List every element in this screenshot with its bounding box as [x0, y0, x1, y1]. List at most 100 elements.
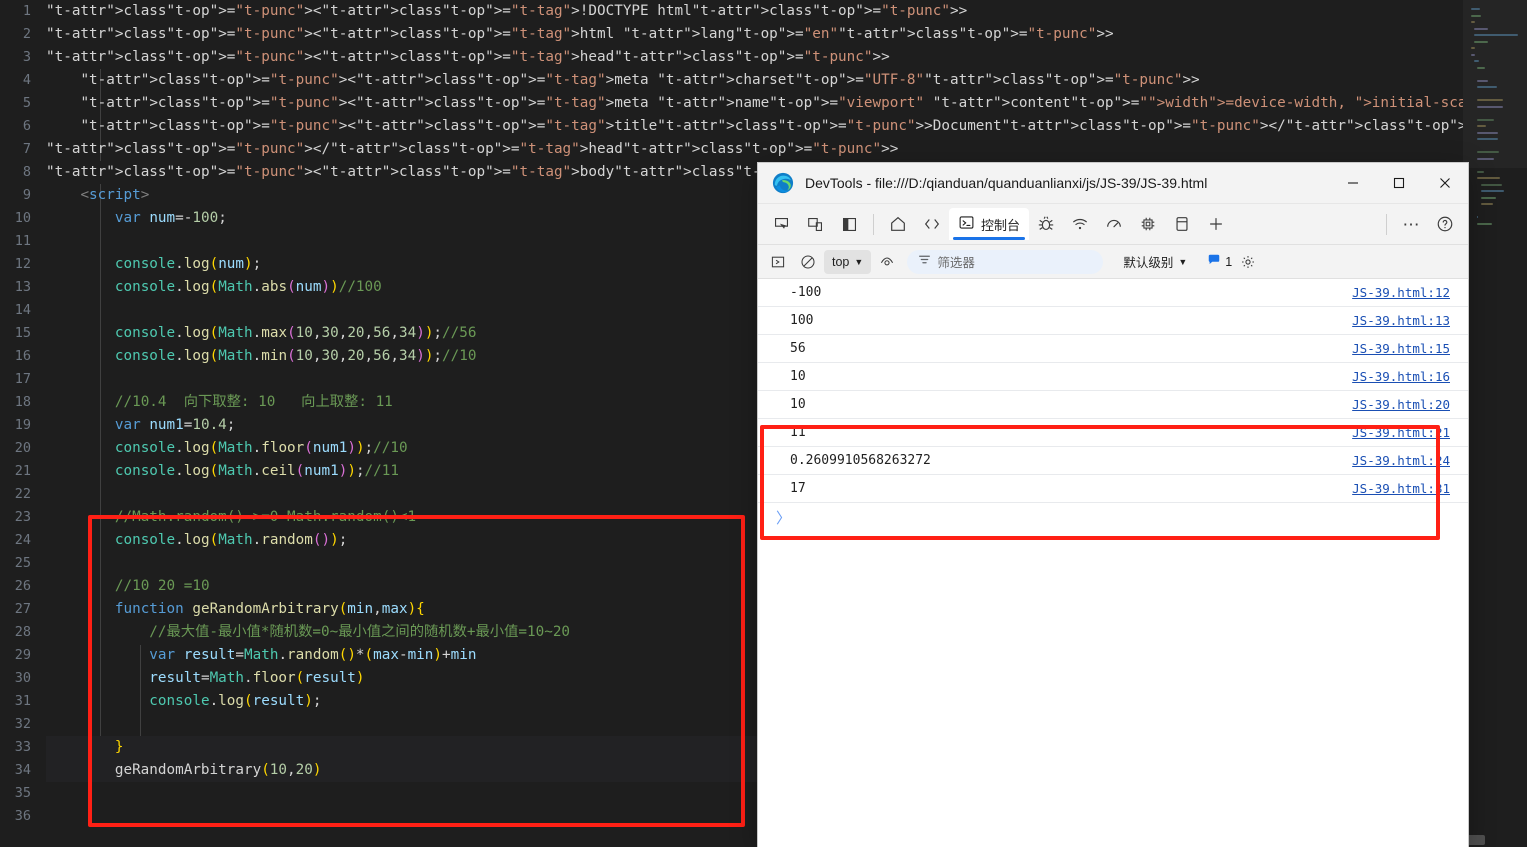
console-log-row[interactable]: 17 JS-39.html:31 — [758, 475, 1468, 503]
inspect-element-icon[interactable] — [764, 209, 798, 239]
minimap-line — [1480, 190, 1505, 192]
console-log-row[interactable]: 10 JS-39.html:16 — [758, 363, 1468, 391]
minimap-line — [1477, 66, 1486, 69]
add-tab-icon[interactable] — [1199, 209, 1233, 239]
code-line[interactable]: "t-attr">class"t-op">="t-punc"><"t-attr"… — [46, 115, 1527, 138]
code-line[interactable]: "t-attr">class"t-op">="t-punc"><"t-attr"… — [46, 69, 1466, 92]
minimap-line — [1477, 118, 1495, 121]
minimap-line — [1474, 27, 1488, 30]
minimap-line — [1471, 53, 1475, 56]
tab-performance[interactable] — [1097, 209, 1131, 239]
console-log-source-link[interactable]: JS-39.html:20 — [1352, 397, 1450, 412]
minimap-line — [1477, 222, 1493, 225]
minimap-line — [1471, 47, 1476, 49]
chevron-down-icon: ▼ — [854, 256, 864, 267]
line-number: 33 — [14, 739, 31, 755]
code-line[interactable]: "t-attr">class"t-op">="t-punc"><"t-attr"… — [46, 46, 1466, 69]
line-number: 34 — [14, 762, 31, 778]
console-log-row[interactable]: -100 JS-39.html:12 — [758, 279, 1468, 307]
console-output[interactable]: -100 JS-39.html:12 100 JS-39.html:13 56 JS-39… — [758, 279, 1468, 847]
console-input-prompt[interactable]: 〉 — [758, 503, 1468, 531]
minimap-slider[interactable] — [1463, 0, 1527, 168]
minimize-button[interactable] — [1330, 163, 1376, 204]
filter-input[interactable]: 筛选器 — [907, 249, 1104, 274]
minimap-line — [1471, 8, 1481, 10]
line-number: 2 — [22, 26, 31, 42]
line-number: 17 — [14, 371, 31, 387]
console-log-row[interactable]: 11 JS-39.html:21 — [758, 419, 1468, 447]
console-log-row[interactable]: 56 JS-39.html:15 — [758, 335, 1468, 363]
devtools-toolbar[interactable]: 控制台 ⋯ — [758, 204, 1468, 245]
tab-application[interactable] — [1165, 209, 1199, 239]
settings-gear-icon[interactable] — [1234, 249, 1262, 275]
line-number: 18 — [14, 394, 31, 410]
console-log-source-link[interactable]: JS-39.html:16 — [1352, 369, 1450, 384]
toolbar-divider-right — [1386, 213, 1387, 235]
tab-elements[interactable] — [915, 209, 949, 239]
line-number: 21 — [14, 463, 31, 479]
devtools-titlebar[interactable]: DevTools - file:///D:/qianduan/quanduanl… — [758, 163, 1468, 204]
console-filter-bar[interactable]: top ▼ 筛选器 默认级别 ▼ 1 — [758, 245, 1468, 279]
log-level-select[interactable]: 默认级别 ▼ — [1117, 252, 1193, 271]
line-number: 24 — [14, 532, 31, 548]
execution-context-select[interactable]: top ▼ — [824, 249, 872, 274]
filter-placeholder: 筛选器 — [937, 256, 975, 270]
code-line[interactable]: "t-attr">class"t-op">="t-punc"><"t-attr"… — [46, 0, 1466, 23]
console-log-message: 100 — [790, 313, 814, 328]
line-number: 4 — [22, 72, 31, 88]
minimap-line — [1477, 151, 1500, 153]
minimap-line — [1477, 79, 1488, 82]
console-log-row[interactable]: 100 JS-39.html:13 — [758, 307, 1468, 335]
line-number: 32 — [14, 716, 31, 732]
device-emulation-icon[interactable] — [798, 209, 832, 239]
line-number: 22 — [14, 486, 31, 502]
console-log-message: -100 — [790, 285, 822, 300]
devtools-window[interactable]: DevTools - file:///D:/qianduan/quanduanl… — [758, 163, 1468, 847]
line-number: 16 — [14, 348, 31, 364]
dock-side-icon[interactable] — [832, 209, 866, 239]
console-log-row[interactable]: 10 JS-39.html:20 — [758, 391, 1468, 419]
maximize-button[interactable] — [1376, 163, 1422, 204]
line-number: 36 — [14, 808, 31, 824]
console-log-source-link[interactable]: JS-39.html:12 — [1352, 285, 1450, 300]
console-log-source-link[interactable]: JS-39.html:13 — [1352, 313, 1450, 328]
more-options-icon[interactable]: ⋯ — [1394, 209, 1428, 239]
horizontal-scrollbar[interactable] — [1463, 833, 1527, 847]
live-expression-icon[interactable] — [873, 249, 901, 275]
line-number: 19 — [14, 417, 31, 433]
console-icon — [958, 214, 975, 234]
tab-memory[interactable] — [1131, 209, 1165, 239]
code-line[interactable]: "t-attr">class"t-op">="t-punc"><"t-attr"… — [46, 23, 1466, 46]
editor-minimap[interactable] — [1463, 0, 1527, 847]
minimap-line — [1477, 86, 1497, 88]
close-button[interactable] — [1422, 163, 1468, 204]
minimap-line — [1477, 138, 1498, 140]
console-log-source-link[interactable]: JS-39.html:15 — [1352, 341, 1450, 356]
tab-console-label: 控制台 — [981, 217, 1021, 233]
console-log-source-link[interactable]: JS-39.html:24 — [1352, 453, 1450, 468]
code-line[interactable]: "t-attr">class"t-op">="t-punc"><"t-attr"… — [46, 92, 1527, 115]
log-level-label: 默认级别 — [1123, 256, 1174, 270]
console-sidebar-icon[interactable] — [764, 249, 792, 275]
tab-sources[interactable] — [1029, 209, 1063, 239]
console-log-row[interactable]: 0.2609910568263272 JS-39.html:24 — [758, 447, 1468, 475]
console-log-source-link[interactable]: JS-39.html:31 — [1352, 481, 1450, 496]
line-number: 25 — [14, 555, 31, 571]
minimap-line — [1480, 183, 1503, 186]
minimap-line — [1477, 105, 1504, 108]
clear-console-icon[interactable] — [794, 249, 822, 275]
line-number: 29 — [14, 647, 31, 663]
code-line[interactable]: "t-attr">class"t-op">="t-punc"></"t-attr… — [46, 138, 1466, 161]
console-log-source-link[interactable]: JS-39.html:21 — [1352, 425, 1450, 440]
help-icon[interactable] — [1428, 209, 1462, 239]
tab-network[interactable] — [1063, 209, 1097, 239]
tab-console[interactable]: 控制台 — [949, 208, 1030, 240]
console-log-message: 10 — [790, 369, 806, 384]
line-number: 31 — [14, 693, 31, 709]
line-number: 1 — [22, 3, 31, 19]
issues-badge[interactable]: 1 — [1207, 253, 1232, 270]
tab-home[interactable] — [881, 209, 915, 239]
minimap-line — [1471, 21, 1475, 23]
minimap-line — [1477, 177, 1500, 179]
line-number: 9 — [22, 187, 31, 203]
